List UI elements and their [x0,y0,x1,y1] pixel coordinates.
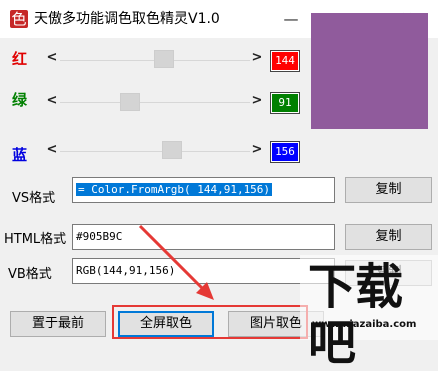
watermark: 下载吧 www.xiazaiba.com [300,255,438,371]
watermark-logo: 下载吧 [308,259,403,371]
minimize-button[interactable]: — [268,0,314,38]
window-title: 天傲多功能调色取色精灵V1.0 [34,11,220,27]
watermark-url: www.xiazaiba.com [312,319,417,330]
app-icon: 色 [10,10,28,28]
